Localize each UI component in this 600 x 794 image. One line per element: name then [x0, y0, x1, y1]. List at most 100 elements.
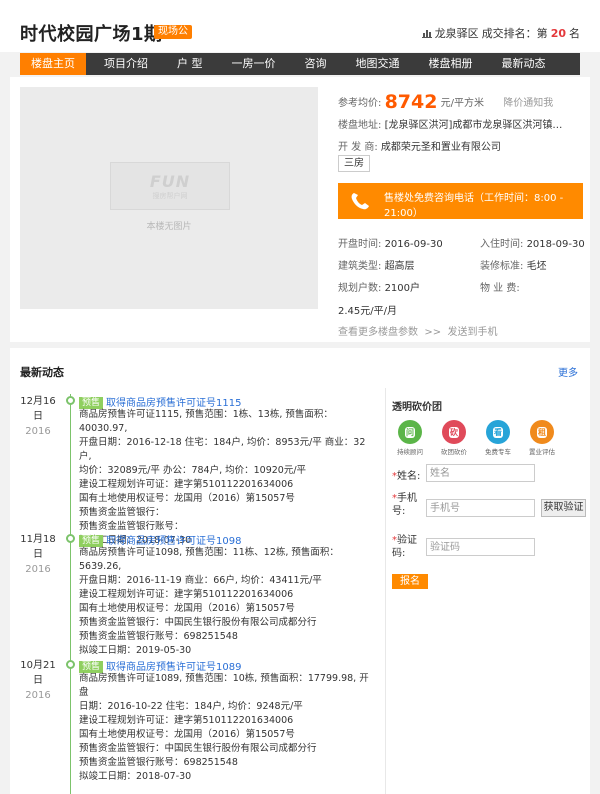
latest-news-card: 最新动态 更多 12月16 日 2016 预售 取得商品房预售许可证号1115 商… [10, 348, 590, 794]
price-value: 8742 [384, 91, 438, 113]
name-input[interactable] [426, 464, 535, 482]
project-title: 时代校园广场1期 [20, 24, 163, 45]
room-type-tag[interactable]: 三房 [338, 155, 370, 172]
nav-home[interactable]: 楼盘主页 [20, 53, 86, 75]
entry-line: 国有土地使用权证号：龙国用（2016）第15057号 [79, 729, 295, 740]
address-row: 楼盘地址: [龙泉驿区洪河]成都市龙泉驿区洪河镇… [338, 116, 562, 131]
entry-line: 预售资金监管银行账号：698251548 [79, 757, 238, 768]
entry-line: 预售资金监管银行：中国民生银行股份有限公司成都分行 [79, 617, 317, 628]
entry-line: 预售资金监管银行账号：698251548 [79, 631, 238, 642]
address-value[interactable]: [龙泉驿区洪河]成都市龙泉驿区洪河镇… [385, 120, 563, 131]
entry-line: 建设工程规划许可证：建字第510112201634006 [79, 715, 294, 726]
type-label: 建筑类型: [338, 261, 382, 272]
entry-day-char: 日 [33, 549, 43, 560]
phone-input[interactable] [426, 499, 535, 517]
mgmt-fee-value-row: 2.45元/平/月 [338, 302, 397, 317]
sales-hotline-banner[interactable]: 售楼处免费咨询电话（工作时间：8:00 - 21:00） [338, 183, 583, 219]
news-section-title: 最新动态 [20, 366, 64, 379]
mgmt-value: 2.45元/平/月 [338, 306, 398, 317]
more-params-link[interactable]: 查看更多楼盘参数 [338, 327, 418, 338]
service-badge: 问 持续顾问 [388, 420, 432, 456]
more-links-row: 查看更多楼盘参数 >> 发送到手机 [338, 323, 498, 338]
price-unit: 元/平方米 [440, 98, 485, 109]
entry-line: 拟竣工日期：2019-05-30 [79, 645, 192, 656]
no-photo-text: 本楼无图片 [146, 222, 192, 232]
rank-value: 20 [550, 26, 566, 40]
building-type-row: 建筑类型: 超高层 [338, 257, 415, 272]
nav-unit-price[interactable]: 一房一价 [221, 53, 287, 75]
entry-line: 日期：2016-10-22 住宅：184户, 均价：9248元/平 [79, 701, 303, 712]
entry-line: 均价：32089元/平 办公：784户, 均价：10920元/平 [79, 465, 307, 476]
phone-label: *手机 号: [392, 493, 417, 517]
photo-gallery[interactable]: FUN 搜房帮户网 本楼无图片 [20, 87, 318, 309]
form-title: 透明砍价团 [392, 402, 442, 413]
entry-line: 商品房预售许可证1089, 预售范围：10栋, 预售面积：17799.98, 开… [79, 673, 369, 698]
price-row: 参考均价: 8742 元/平方米 降价通知我 [338, 91, 553, 113]
rank-label: 成交排名：第 [481, 27, 548, 40]
name-label: *姓名: [392, 471, 421, 482]
placeholder-logo: FUN 搜房帮户网 [110, 162, 230, 210]
code-input[interactable] [426, 538, 535, 556]
nav-map[interactable]: 地图交通 [345, 53, 411, 75]
decoration-row: 装修标准: 毛坯 [480, 257, 547, 272]
open-value: 2016-09-30 [384, 239, 443, 250]
entry-day-char: 日 [33, 675, 43, 686]
decor-value: 毛坯 [526, 261, 547, 272]
signup-submit-button[interactable]: 报名 [392, 574, 428, 589]
entry-line: 开盘日期：2016-12-18 住宅：184户, 均价：8953元/平 商业：3… [79, 437, 366, 462]
phone-icon [351, 193, 369, 210]
nav-consult[interactable]: 咨询 [294, 53, 338, 75]
entry-line: 建设工程规划许可证：建字第510112201634006 [79, 589, 294, 600]
assessment-icon: 租 [530, 420, 554, 444]
entry-line: 预售资金监管银行：中国民生银行股份有限公司成都分行 [79, 743, 317, 754]
entry-date: 11月18 日 2016 [20, 532, 56, 577]
arrow-icon: >> [421, 327, 445, 338]
nav-album[interactable]: 楼盘相册 [418, 53, 484, 75]
send-to-phone-link[interactable]: 发送到手机 [448, 327, 498, 338]
hotline-text-1: 售楼处免费咨询电话（工作时间：8:00 - [384, 193, 564, 204]
type-value: 超高层 [384, 261, 415, 272]
address-label: 楼盘地址: [338, 120, 382, 131]
entry-month-day: 11月18 [20, 534, 56, 545]
service-badge: 看 免费专车 [476, 420, 520, 456]
get-code-button[interactable]: 获取验证 [541, 499, 586, 517]
timeline-dot [66, 396, 75, 405]
nav-floorplan[interactable]: 户 型 [166, 53, 214, 75]
shuttle-icon: 看 [486, 420, 510, 444]
property-info-card: FUN 搜房帮户网 本楼无图片 参考均价: 8742 元/平方米 降价通知我 楼… [10, 77, 590, 342]
entry-line: 开盘日期：2016-11-19 商业：66户, 均价：43411元/平 [79, 575, 322, 586]
top-header: 时代校园广场1期 现场公 龙泉驿区 成交排名：第 20 名 [0, 0, 600, 52]
bargain-signup-panel: 透明砍价团 问 持续顾问 砍 砍团砍价 看 免费专车 租 置业评估 *姓名: *… [385, 388, 586, 794]
decor-label: 装修标准: [480, 261, 524, 272]
entry-heading: 预售 取得商品房预售许可证号1098 [79, 532, 241, 547]
checkin-label: 入住时间: [480, 239, 524, 250]
rank-info: 龙泉驿区 成交排名：第 20 名 [421, 25, 580, 41]
entry-date: 12月16 日 2016 [20, 394, 56, 439]
entry-heading: 预售 取得商品房预售许可证号1089 [79, 658, 241, 673]
entry-body: 商品房预售许可证1115, 预售范围：1栋、13栋, 预售面积：40030.97… [79, 408, 369, 548]
entry-body: 商品房预售许可证1098, 预售范围：11栋、12栋, 预售面积：5639.26… [79, 546, 369, 658]
entry-month-day: 12月16 [20, 396, 56, 407]
entry-day-char: 日 [33, 411, 43, 422]
nav-news[interactable]: 最新动态 [491, 53, 557, 75]
entry-heading: 预售 取得商品房预售许可证号1115 [79, 394, 241, 409]
entry-line: 国有土地使用权证号：龙国用（2016）第15057号 [79, 493, 295, 504]
bar-chart-icon [421, 29, 432, 38]
entry-line: 商品房预售许可证1098, 预售范围：11栋、12栋, 预售面积：5639.26… [79, 547, 339, 572]
nav-intro[interactable]: 项目介绍 [93, 53, 159, 75]
open-date-row: 开盘时间: 2016-09-30 [338, 235, 443, 250]
bargain-icon: 砍 [442, 420, 466, 444]
entry-date: 10月21 日 2016 [20, 658, 56, 703]
price-label: 参考均价: [338, 98, 382, 109]
placeholder-brand: FUN [149, 171, 191, 191]
news-more-link[interactable]: 更多 [558, 364, 578, 379]
entry-line: 建设工程规划许可证：建字第510112201634006 [79, 479, 294, 490]
entry-line: 商品房预售许可证1115, 预售范围：1栋、13栋, 预售面积：40030.97… [79, 409, 333, 434]
entry-year: 2016 [25, 426, 51, 437]
mgmt-fee-row: 物 业 费: [480, 279, 520, 294]
price-notify-link[interactable]: 降价通知我 [503, 98, 553, 109]
developer-row: 开 发 商: 成都荣元圣和置业有限公司 [338, 138, 501, 153]
entry-year: 2016 [25, 564, 51, 575]
timeline-dot [66, 660, 75, 669]
service-badge: 租 置业评估 [520, 420, 564, 456]
